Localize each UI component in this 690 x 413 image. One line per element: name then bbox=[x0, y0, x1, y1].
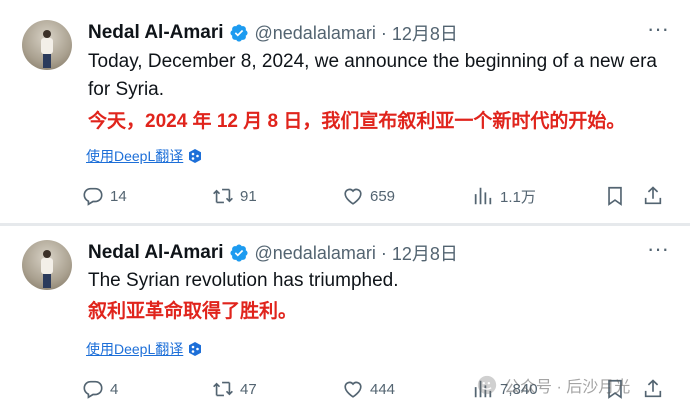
tweet-text: Today, December 8, 2024, we announce the… bbox=[88, 51, 657, 100]
verified-badge-icon bbox=[229, 24, 248, 42]
watermark-text: 公众号 · 后沙月光 bbox=[504, 379, 631, 396]
retweet-count: 47 bbox=[240, 380, 257, 398]
translate-label[interactable]: 使用DeepL翻译 bbox=[86, 339, 183, 359]
bookmark-button[interactable] bbox=[604, 181, 626, 211]
verified-badge-icon bbox=[229, 244, 248, 262]
tweet-actions: 14 91 659 1.1万 bbox=[82, 181, 672, 211]
tweet-date[interactable]: 12月8日 bbox=[392, 240, 458, 266]
like-count: 659 bbox=[370, 187, 396, 205]
more-options-icon[interactable]: ··· bbox=[646, 238, 670, 268]
avatar[interactable] bbox=[22, 240, 72, 290]
reply-icon bbox=[83, 187, 103, 206]
retweet-icon bbox=[213, 381, 233, 397]
avatar[interactable] bbox=[22, 20, 72, 70]
translate-label[interactable]: 使用DeepL翻译 bbox=[86, 146, 183, 166]
author-handle[interactable]: @nedalalamari bbox=[255, 23, 376, 44]
reply-button[interactable]: 4 bbox=[82, 374, 118, 404]
tweet-1[interactable]: Nedal Al-Amari @nedalalamari · 12月8日 ···… bbox=[0, 0, 690, 224]
translate-link[interactable]: 使用DeepL翻译 bbox=[86, 339, 203, 359]
wechat-icon bbox=[477, 375, 497, 395]
tweet-translation: 今天，2024 年 12 月 8 日，我们宣布叙利亚一个新时代的开始。 bbox=[88, 111, 626, 132]
watermark: 公众号 · 后沙月光 bbox=[476, 371, 630, 399]
tweet-header: Nedal Al-Amari @nedalalamari · 12月8日 bbox=[88, 240, 458, 266]
retweet-button[interactable]: 47 bbox=[212, 374, 257, 404]
tweet-date[interactable]: 12月8日 bbox=[392, 20, 458, 46]
translate-link[interactable]: 使用DeepL翻译 bbox=[86, 146, 203, 166]
bookmark-icon bbox=[608, 186, 622, 206]
deepl-icon bbox=[189, 342, 202, 356]
separator-dot: · bbox=[380, 22, 387, 43]
retweet-button[interactable]: 91 bbox=[212, 181, 257, 211]
tweet-translation: 叙利亚革命取得了胜利。 bbox=[88, 301, 298, 322]
author-handle[interactable]: @nedalalamari bbox=[255, 243, 376, 264]
retweet-count: 91 bbox=[240, 187, 257, 205]
like-count: 444 bbox=[370, 380, 396, 398]
deepl-icon bbox=[189, 149, 202, 163]
share-icon bbox=[644, 186, 662, 205]
author-name[interactable]: Nedal Al-Amari bbox=[88, 22, 224, 44]
view-count: 1.1万 bbox=[500, 188, 536, 206]
views-button[interactable]: 1.1万 bbox=[472, 181, 536, 211]
heart-icon bbox=[344, 188, 362, 205]
share-icon bbox=[644, 379, 662, 398]
like-button[interactable]: 444 bbox=[342, 374, 395, 404]
tweet-text: The Syrian revolution has triumphed. bbox=[88, 270, 399, 291]
author-name[interactable]: Nedal Al-Amari bbox=[88, 242, 224, 264]
share-button[interactable] bbox=[642, 181, 664, 211]
views-icon bbox=[474, 187, 492, 205]
reply-icon bbox=[83, 380, 103, 399]
reply-button[interactable]: 14 bbox=[82, 181, 127, 211]
separator-dot: · bbox=[380, 242, 387, 263]
retweet-icon bbox=[213, 188, 233, 204]
share-button[interactable] bbox=[642, 374, 664, 404]
reply-count: 4 bbox=[110, 380, 119, 398]
reply-count: 14 bbox=[110, 187, 127, 205]
heart-icon bbox=[344, 381, 362, 398]
tweet-header: Nedal Al-Amari @nedalalamari · 12月8日 bbox=[88, 20, 458, 46]
like-button[interactable]: 659 bbox=[342, 181, 395, 211]
more-options-icon[interactable]: ··· bbox=[646, 18, 670, 48]
